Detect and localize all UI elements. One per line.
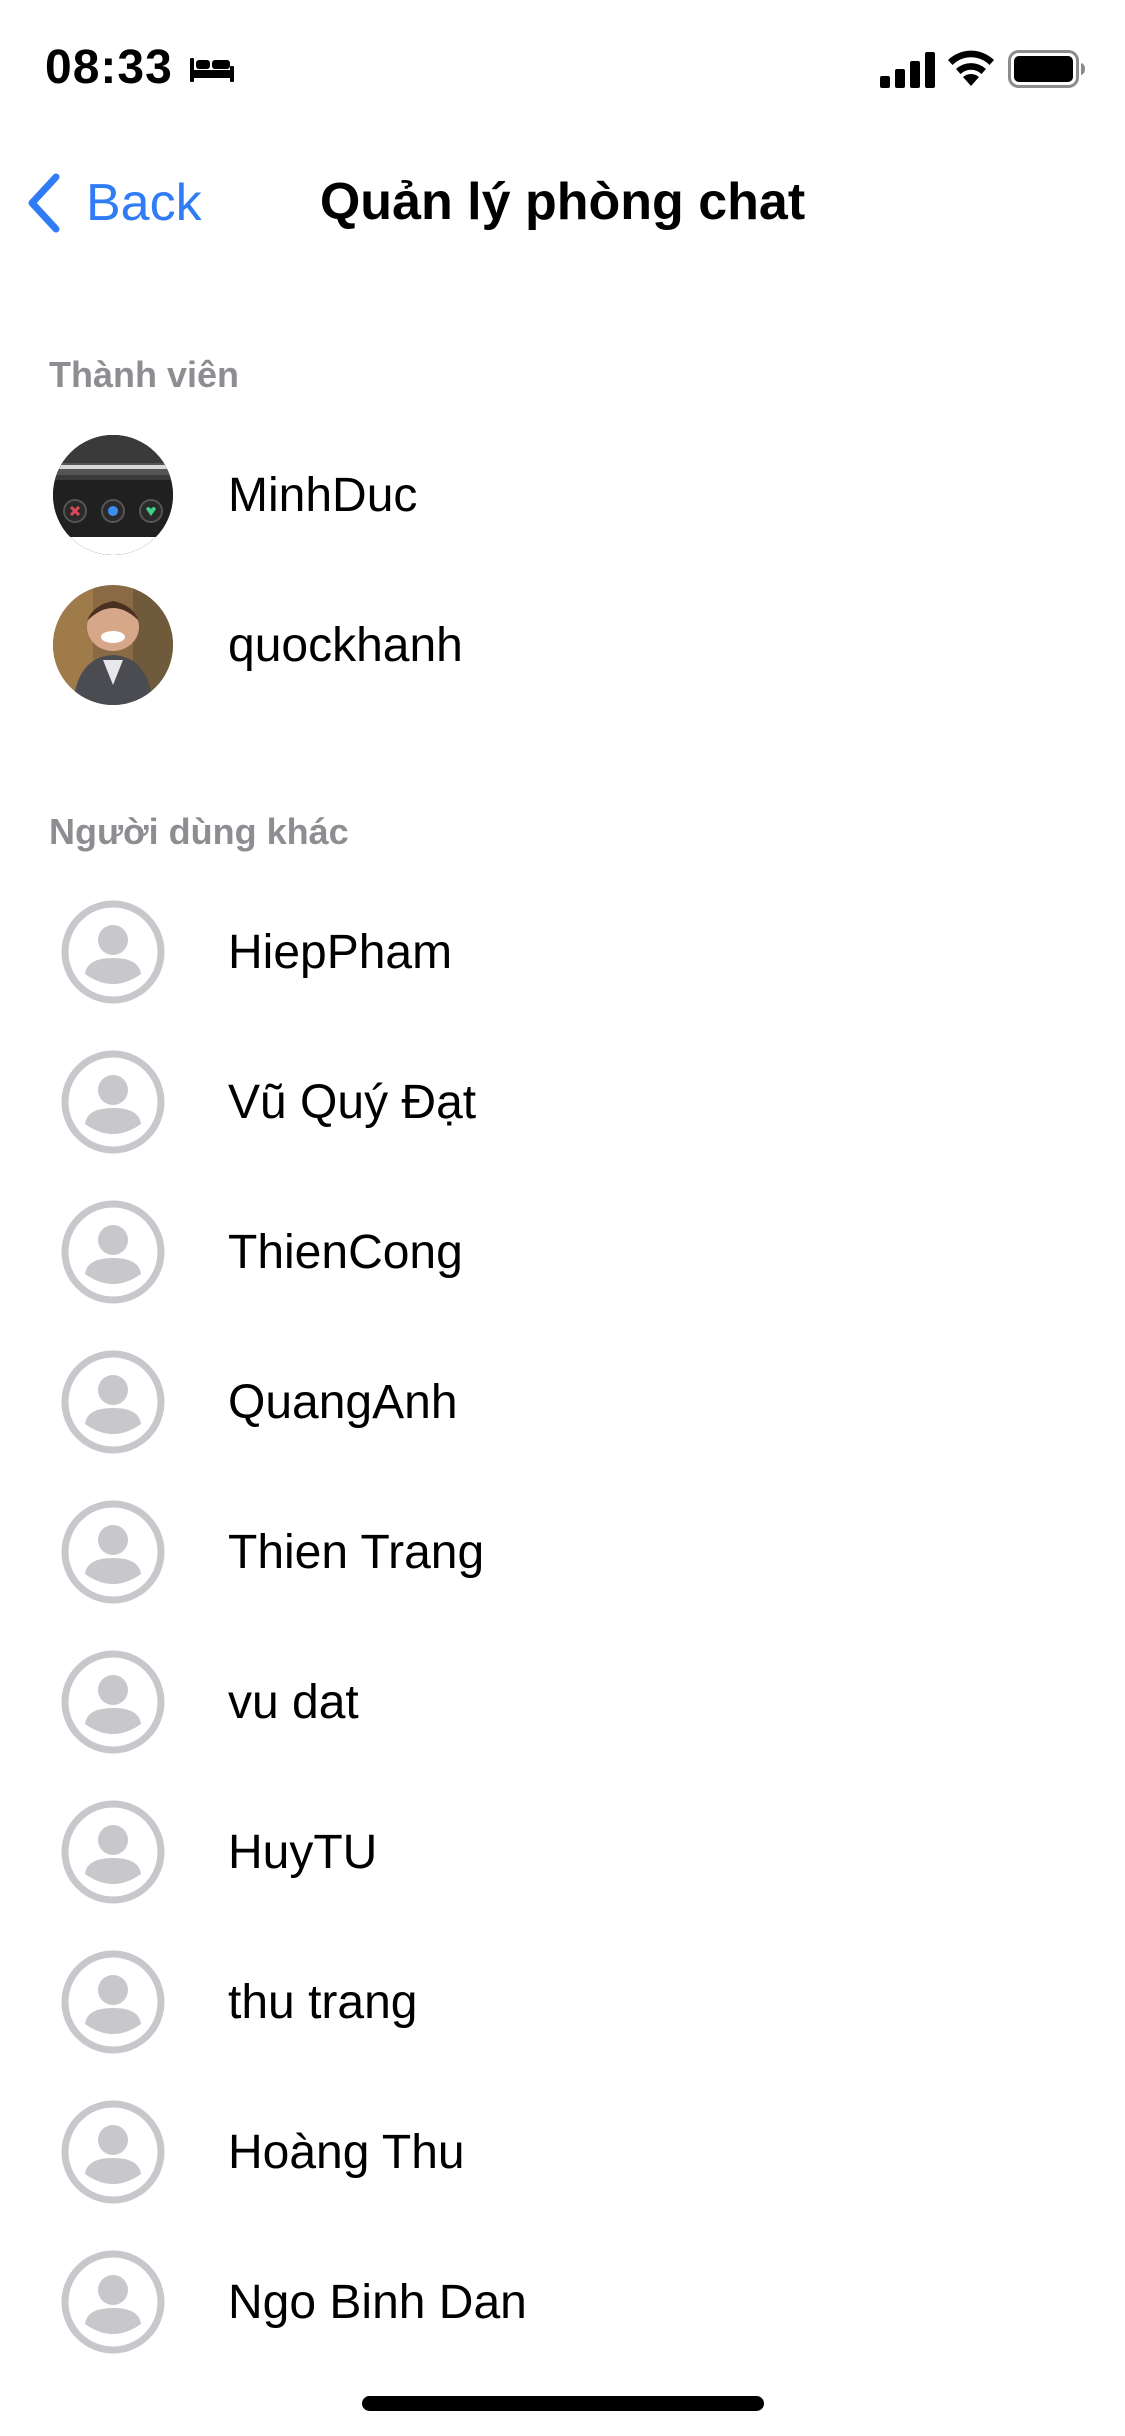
member-row[interactable]: MinhDuc [0, 420, 1125, 570]
user-name: Ngo Binh Dan [228, 2275, 527, 2329]
person-placeholder-icon [61, 2250, 165, 2354]
person-placeholder-icon [61, 1800, 165, 1904]
user-name: Vũ Quý Đạt [228, 1075, 477, 1129]
member-row[interactable]: quockhanh [0, 570, 1125, 720]
cellular-signal-icon [880, 52, 935, 88]
user-row[interactable]: Hoàng Thu [0, 2077, 1125, 2227]
user-row[interactable]: vu dat [0, 1627, 1125, 1777]
page-title: Quản lý phòng chat [319, 173, 806, 231]
avatar [53, 585, 173, 705]
avatar [53, 1642, 173, 1762]
user-name: HiepPham [228, 925, 453, 979]
user-row[interactable]: Ngo Binh Dan [0, 2227, 1125, 2377]
avatar [53, 892, 173, 1012]
user-row[interactable]: QuangAnh [0, 1327, 1125, 1477]
home-indicator [362, 2396, 764, 2411]
battery-icon [1008, 50, 1085, 88]
avatar [53, 1342, 173, 1462]
person-placeholder-icon [61, 1500, 165, 1604]
person-placeholder-icon [61, 1950, 165, 2054]
avatar [53, 2242, 173, 2362]
user-row[interactable]: ThienCong [0, 1177, 1125, 1327]
wifi-icon [948, 50, 994, 86]
avatar [53, 1942, 173, 2062]
avatar [53, 1492, 173, 1612]
status-time: 08:33 [45, 41, 173, 94]
member-name: MinhDuc [228, 468, 418, 522]
avatar [53, 1042, 173, 1162]
user-name: HuyTU [228, 1825, 378, 1879]
navigation-bar: Back Quản lý phòng chat [0, 132, 1125, 264]
avatar-photo [53, 435, 173, 555]
person-placeholder-icon [61, 900, 165, 1004]
person-placeholder-icon [61, 1650, 165, 1754]
user-row[interactable]: Thien Trang [0, 1477, 1125, 1627]
avatar [53, 1792, 173, 1912]
person-placeholder-icon [61, 1350, 165, 1454]
user-row[interactable]: HuyTU [0, 1777, 1125, 1927]
user-row[interactable]: Vũ Quý Đạt [0, 1027, 1125, 1177]
bed-icon [190, 58, 234, 82]
avatar-photo [53, 585, 173, 705]
user-name: thu trang [228, 1975, 418, 2029]
person-placeholder-icon [61, 2100, 165, 2204]
section-header-members: Thành viên [49, 354, 240, 395]
user-row[interactable]: thu trang [0, 1927, 1125, 2077]
user-name: vu dat [228, 1675, 359, 1729]
member-name: quockhanh [228, 618, 463, 672]
user-name: ThienCong [228, 1225, 463, 1279]
user-name: Thien Trang [228, 1525, 485, 1579]
user-row[interactable]: HiepPham [0, 877, 1125, 1027]
status-bar: 08:33 [0, 0, 1125, 132]
person-placeholder-icon [61, 1200, 165, 1304]
section-header-other-users: Người dùng khác [49, 811, 349, 852]
avatar [53, 1192, 173, 1312]
avatar [53, 2092, 173, 2212]
person-placeholder-icon [61, 1050, 165, 1154]
avatar [53, 435, 173, 555]
user-name: QuangAnh [228, 1375, 458, 1429]
user-name: Hoàng Thu [228, 2125, 465, 2179]
